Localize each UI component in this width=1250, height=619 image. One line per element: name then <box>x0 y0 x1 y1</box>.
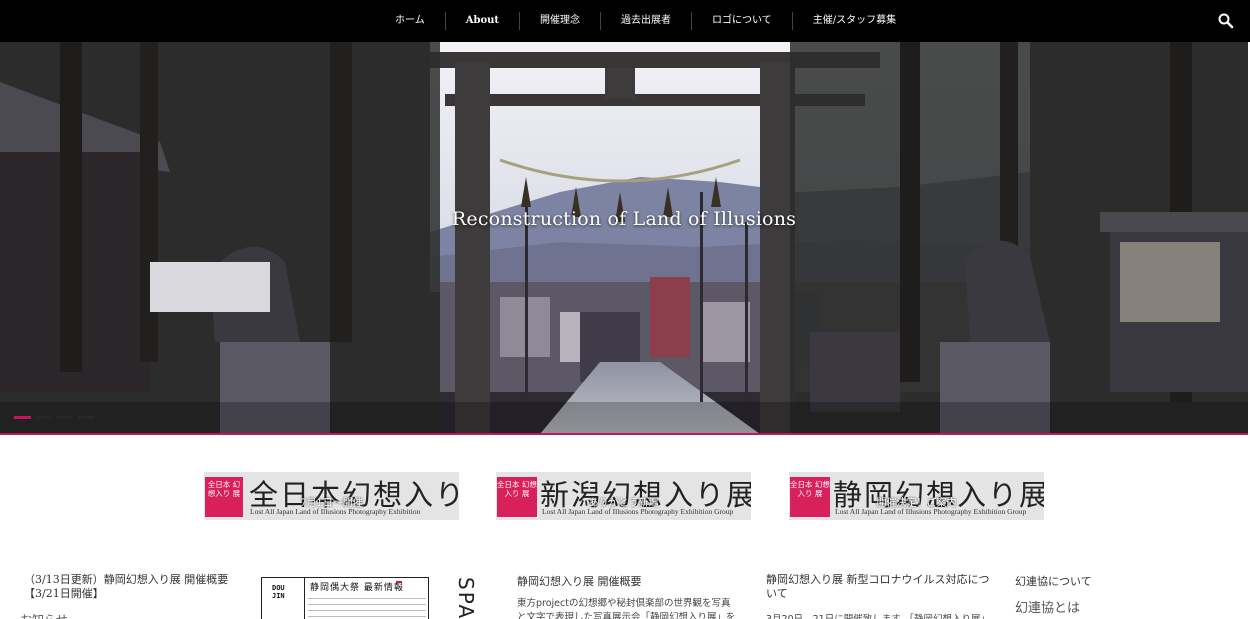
hero-slider[interactable]: Reconstruction of Land of Illusions <box>0 42 1248 434</box>
nav-item-home[interactable]: ホーム <box>375 12 445 30</box>
banner-overlay-text: 7月1日～開催 <box>300 498 363 509</box>
post-title-link[interactable]: 静岡幻想入り展 開催概要 <box>517 573 747 589</box>
slider-dot-1[interactable] <box>14 416 31 419</box>
nav-item-staff-recruit[interactable]: 主催/スタッフ募集 <box>791 12 916 30</box>
hero-title: Reconstruction of Land of Illusions <box>451 208 797 230</box>
banner-niigata[interactable]: 全日本 幻想入り 展 新潟幻想入り展 Lost All Japan Land o… <box>496 472 751 520</box>
slider-dot-4[interactable] <box>77 416 94 419</box>
nav-item-philosophy[interactable]: 開催理念 <box>519 12 600 30</box>
nav-item-logo[interactable]: ロゴについて <box>691 12 792 30</box>
banner-all-japan[interactable]: 全日本 幻想入り 展 全日本幻想入り展 Lost All Japan Land … <box>204 472 459 520</box>
slider-dot-3[interactable] <box>56 416 73 419</box>
post-title-link[interactable]: （3/13日更新）静岡幻想入り展 開催概要【3/21日開催】 <box>24 573 234 601</box>
thumbnail-badge <box>396 581 402 583</box>
thumbnail-divider <box>304 578 305 619</box>
post-excerpt: 3月20日、21日に開催致します。「静岡幻想入り展」 <box>766 611 991 619</box>
banner-overlay-text: 開催決定！ご案内 <box>876 498 957 509</box>
sidebar-heading: 幻連協について <box>1015 575 1092 588</box>
hero-image <box>0 42 1248 434</box>
top-navigation: ホーム About 開催理念 過去出展者 ロゴについて 主催/スタッフ募集 <box>0 0 1250 42</box>
post-excerpt: 東方projectの幻想郷や秘封倶楽部の世界観を写真と文字で表現した写真展示会「… <box>517 598 736 619</box>
slider-dot-2[interactable] <box>35 416 52 419</box>
banner-shizuoka[interactable]: 全日本 幻想入り 展 静岡幻想入り展 Lost All Japan Land o… <box>789 472 1044 520</box>
nav-item-about[interactable]: About <box>444 12 519 30</box>
sidebar-link[interactable]: 幻連協とは <box>1015 597 1080 616</box>
post-category[interactable]: お知らせ <box>20 611 68 619</box>
banner-overlay-text: ありがとう新潟 <box>588 498 659 509</box>
thumbnail-text-line <box>308 610 426 611</box>
post-title-link[interactable]: 静岡幻想入り展 新型コロナウイルス対応について <box>766 573 991 601</box>
slider-dots <box>14 416 94 419</box>
thumbnail-text-line <box>308 598 426 599</box>
thumbnail-text-line <box>308 604 426 605</box>
nav-menu: ホーム About 開催理念 過去出展者 ロゴについて 主催/スタッフ募集 <box>375 0 916 42</box>
search-icon[interactable] <box>1216 11 1236 31</box>
doujin-logo: DOU JIN <box>272 584 285 600</box>
post-thumbnail[interactable]: DOU JIN 静岡偶大祭 最新情報 <box>261 577 429 619</box>
thumbnail-heading: 静岡偶大祭 最新情報 <box>310 583 404 593</box>
vertical-heading: SPA <box>454 577 478 619</box>
nav-item-past-exhibitors[interactable]: 過去出展者 <box>600 12 691 30</box>
hero-accent-line <box>0 433 1248 435</box>
thumbnail-text-line <box>308 616 426 617</box>
